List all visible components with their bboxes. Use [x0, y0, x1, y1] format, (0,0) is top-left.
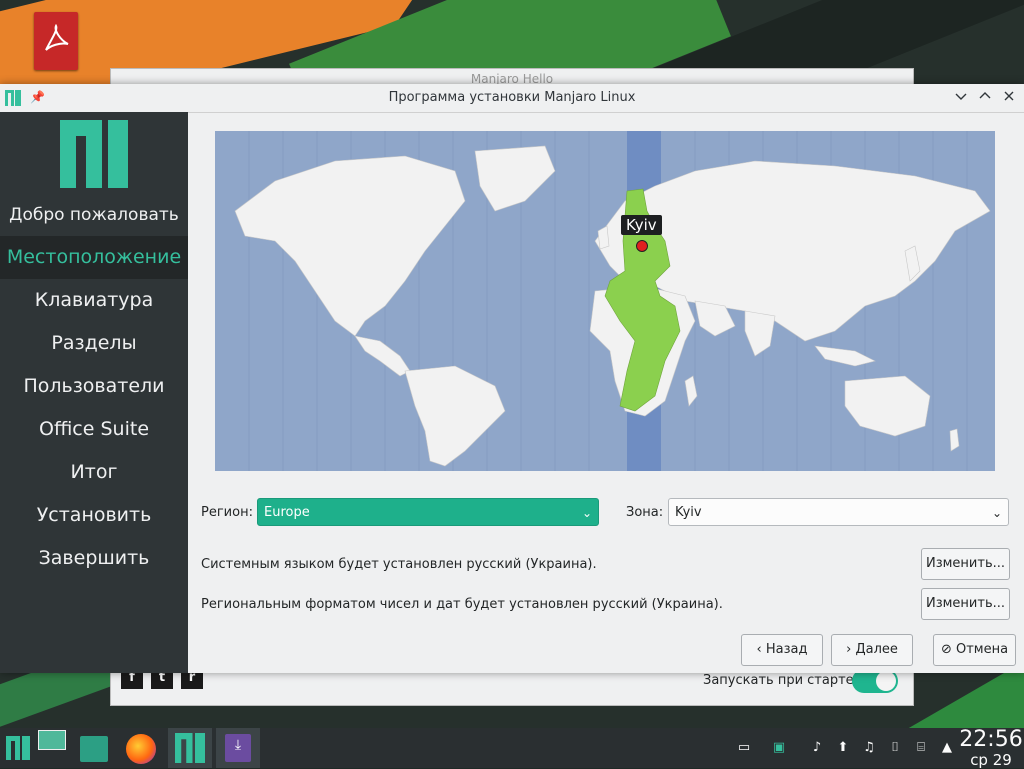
region-label: Регион: [201, 505, 253, 520]
clock[interactable]: 22:56 ср 29 [958, 727, 1024, 769]
volume-icon[interactable]: ♫ [860, 739, 878, 757]
chevron-down-icon: ⌄ [991, 506, 1002, 520]
sidebar-item-keyboard: Клавиатура [34, 289, 154, 311]
change-format-button[interactable]: Изменить... [921, 588, 1010, 620]
change-language-button[interactable]: Изменить... [921, 548, 1010, 580]
firefox-button[interactable] [120, 728, 164, 768]
sidebar-item-partitions: Разделы [51, 332, 137, 354]
timezone-map[interactable]: Kyiv [215, 131, 995, 471]
clock-date: ср 29 [970, 751, 1012, 769]
chevron-down-icon: ⌄ [581, 506, 592, 520]
back-button[interactable]: ‹ Назад [741, 634, 823, 666]
usb-icon[interactable]: ⌷ [886, 739, 904, 757]
sidebar-item-finish: Завершить [38, 547, 150, 569]
maximize-button[interactable] [975, 88, 995, 108]
next-button[interactable]: › Далее [831, 634, 913, 666]
chevron-up-icon [979, 92, 991, 99]
sidebar-item-summary: Итог [70, 461, 118, 483]
zone-label: Зона: [626, 505, 664, 520]
close-button[interactable] [999, 88, 1019, 108]
window-title: Программа установки Manjaro Linux [388, 90, 636, 105]
updates-icon[interactable]: ⬆ [834, 739, 852, 757]
chevron-down-icon [955, 93, 967, 100]
installer-window: 📌 Программа установки Manjaro Linux Добр… [0, 84, 1024, 673]
chevron-left-icon: ‹ [756, 642, 762, 657]
install-icon: ⤓ [225, 734, 251, 762]
installer-sidebar: Добро пожаловать Местоположение Клавиату… [0, 112, 188, 673]
clipboard-icon[interactable]: ▣ [770, 739, 788, 757]
desktop-icon [38, 730, 66, 750]
manjaro-hello-task[interactable] [168, 728, 212, 768]
world-map-graphic [234, 131, 991, 471]
language-info-text: Системным языком будет установлен русски… [201, 557, 597, 572]
network-icon[interactable]: ⌸ [912, 739, 930, 757]
firefox-icon [126, 734, 156, 764]
format-info-text: Региональным форматом чисел и дат будет … [201, 597, 723, 612]
autostart-label: Запускать при старте [703, 673, 854, 688]
cancel-icon: ⊘ [940, 642, 952, 657]
manjaro-icon [6, 736, 30, 760]
sidebar-item-office-suite: Office Suite [38, 418, 150, 440]
manjaro-logo [60, 120, 128, 188]
cancel-label: Отмена [955, 642, 1009, 657]
notifications-icon[interactable]: ♪ [808, 739, 826, 757]
cancel-button[interactable]: ⊘ Отмена [933, 634, 1016, 666]
manjaro-hello-icon [175, 733, 205, 763]
taskbar: ⤓ ▭ ▣ ♪ ⬆ ♫ ⌷ ⌸ ▲ 22:56 ср 29 [0, 728, 1024, 768]
tray-expand-icon[interactable]: ▲ [938, 739, 956, 757]
close-icon [1004, 91, 1014, 101]
sidebar-item-welcome: Добро пожаловать [9, 205, 179, 225]
clock-time: 22:56 [959, 727, 1023, 752]
toggle-knob [876, 671, 896, 691]
region-value: Europe [264, 505, 310, 520]
minimize-button[interactable] [951, 88, 971, 108]
sidebar-item-install: Установить [36, 504, 152, 526]
installer-task[interactable]: ⤓ [216, 728, 260, 768]
zone-select[interactable]: Kyiv ⌄ [668, 498, 1009, 526]
file-manager-button[interactable] [72, 728, 116, 768]
folder-icon [80, 736, 108, 762]
region-select[interactable]: Europe ⌄ [257, 498, 599, 526]
window-switcher-icon[interactable]: ▭ [735, 739, 753, 757]
zone-value: Kyiv [675, 505, 702, 520]
selected-city-label: Kyiv [621, 215, 662, 235]
next-label: Далее [855, 642, 898, 657]
title-bar[interactable]: 📌 Программа установки Manjaro Linux [0, 84, 1024, 113]
sidebar-item-users: Пользователи [23, 375, 165, 397]
back-label: Назад [765, 642, 808, 657]
pdf-desktop-icon[interactable] [34, 12, 78, 70]
chevron-right-icon: › [846, 642, 852, 657]
city-marker[interactable] [636, 240, 648, 252]
content-area: Kyiv Регион: Europe ⌄ Зона: Kyiv ⌄ Систе… [188, 112, 1024, 673]
sidebar-item-location: Местоположение [0, 236, 188, 279]
